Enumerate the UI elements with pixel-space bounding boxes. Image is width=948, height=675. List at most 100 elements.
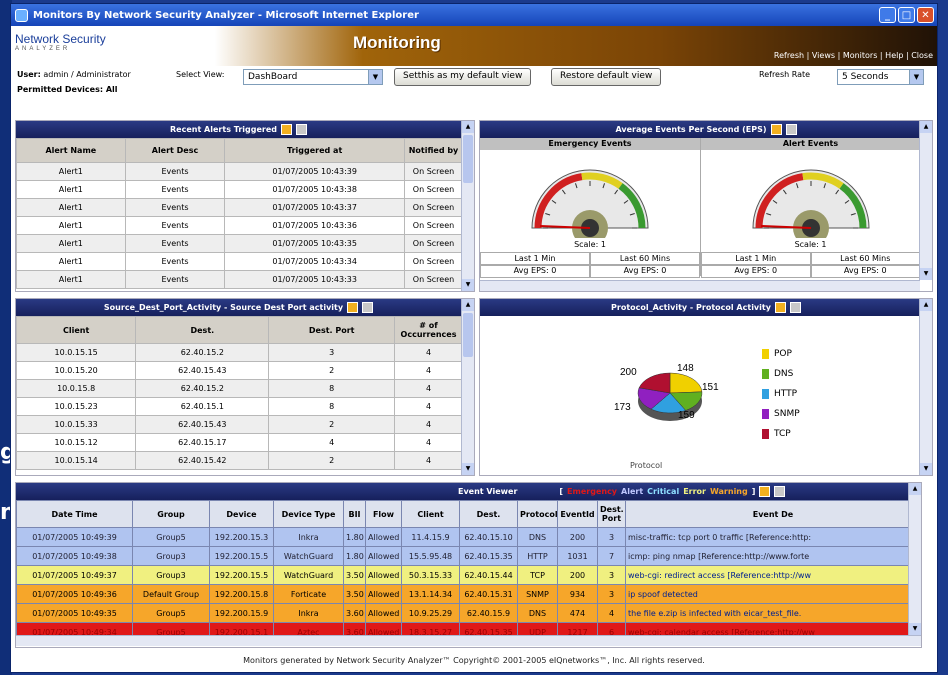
event-row[interactable]: 01/07/2005 10:49:37 Group3 192.200.15.5 Wat… [16, 565, 921, 585]
table-row[interactable]: 10.0.15.23 62.40.15.1 8 4 [16, 397, 463, 416]
table-row[interactable]: 10.0.15.33 62.40.15.43 2 4 [16, 415, 463, 434]
event-row[interactable]: 01/07/2005 10:49:35 Group5 192.200.15.9 Ink… [16, 603, 921, 623]
ports-scrollbar[interactable]: ▲ ▼ [461, 299, 474, 475]
col-header: EventId [557, 500, 598, 528]
eps-hscrollbar[interactable] [480, 280, 920, 291]
table-cell: 934 [557, 584, 598, 604]
event-row[interactable]: 01/07/2005 10:49:36 Default Group 192.200.… [16, 584, 921, 604]
table-cell: 4 [394, 361, 463, 380]
edit-icon[interactable] [347, 302, 359, 313]
table-row[interactable]: Alert1 Events 01/07/2005 10:43:36 On Screen [16, 216, 463, 235]
eps-scrollbar[interactable]: ▲ ▼ [919, 121, 932, 280]
severity-error: Error [683, 487, 706, 496]
edit-icon[interactable] [770, 124, 782, 135]
table-row[interactable]: 10.0.15.12 62.40.15.17 4 4 [16, 433, 463, 452]
table-cell: 01/07/2005 10:49:39 [16, 527, 133, 547]
title-bar: Monitors By Network Security Analyzer - … [11, 4, 937, 26]
legend-swatch [762, 349, 769, 359]
table-cell: Allowed [365, 603, 402, 623]
product-logo: Network Security ANALYZER [15, 32, 106, 52]
table-cell: Events [124, 180, 226, 199]
table-cell: 62.40.15.9 [459, 603, 518, 623]
settings-icon[interactable] [774, 486, 786, 497]
table-cell: 4 [394, 415, 463, 434]
table-row[interactable]: Alert1 Events 01/07/2005 10:43:38 On Screen [16, 180, 463, 199]
col-header: Alert Desc [124, 138, 226, 163]
col-header: Device [209, 500, 274, 528]
ports-table: Client Dest. Dest. Port # of Occurrences 10… [16, 316, 463, 470]
table-row[interactable]: 10.0.15.8 62.40.15.2 8 4 [16, 379, 463, 398]
event-hscrollbar[interactable] [16, 635, 921, 646]
event-row[interactable]: 01/07/2005 10:49:39 Group5 192.200.15.3 Ink… [16, 527, 921, 547]
table-cell: 3.50 [343, 584, 366, 604]
restore-default-view-button[interactable]: Restore default view [551, 68, 662, 86]
edit-icon[interactable] [280, 124, 292, 135]
refresh-link[interactable]: Refresh [774, 51, 804, 60]
table-cell: 2 [268, 361, 395, 380]
legend-swatch [762, 409, 769, 419]
table-cell: 01/07/2005 10:43:33 [224, 270, 405, 289]
table-cell: 10.0.15.8 [16, 379, 137, 398]
close-link[interactable]: Close [911, 51, 933, 60]
table-cell: On Screen [404, 216, 463, 235]
eps-panel: Average Events Per Second (EPS) Emergenc… [479, 120, 933, 292]
views-link[interactable]: Views [812, 51, 835, 60]
table-cell: 474 [557, 603, 598, 623]
app-banner: Network Security ANALYZER Monitoring Refr… [11, 26, 937, 66]
gauge-title: Alert Events [701, 138, 920, 150]
table-cell: 01/07/2005 10:43:36 [224, 216, 405, 235]
set-default-view-button[interactable]: Setthis as my default view [394, 68, 532, 86]
table-cell: 15.5.95.48 [401, 546, 460, 566]
settings-icon[interactable] [295, 124, 307, 135]
table-cell: Allowed [365, 565, 402, 585]
event-row[interactable]: 01/07/2005 10:49:38 Group3 192.200.15.5 Wat… [16, 546, 921, 566]
panel-title: Protocol_Activity - Protocol Activity [611, 303, 771, 312]
table-cell: icmp: ping nmap [Reference:http://www.fo… [625, 546, 921, 566]
table-cell: DNS [517, 603, 558, 623]
table-cell: 62.40.15.43 [135, 415, 270, 434]
monitors-link[interactable]: Monitors [843, 51, 878, 60]
table-row[interactable]: Alert1 Events 01/07/2005 10:43:37 On Screen [16, 198, 463, 217]
table-row[interactable]: 10.0.15.14 62.40.15.42 2 4 [16, 451, 463, 470]
table-row[interactable]: 10.0.15.15 62.40.15.2 3 4 [16, 343, 463, 362]
event-scrollbar[interactable]: ▲ ▼ [908, 483, 921, 635]
table-cell: the file e.zip is infected with eicar_te… [625, 603, 921, 623]
bracket: ] [751, 487, 756, 496]
table-row[interactable]: Alert1 Events 01/07/2005 10:43:33 On Screen [16, 270, 463, 289]
table-cell: 13.1.14.34 [401, 584, 460, 604]
gauge-value-row: Avg EPS: 0 Avg EPS: 0 [701, 264, 920, 278]
table-row[interactable]: 10.0.15.20 62.40.15.43 2 4 [16, 361, 463, 380]
table-row[interactable]: Alert1 Events 01/07/2005 10:43:35 On Screen [16, 234, 463, 253]
close-button[interactable]: ✕ [917, 7, 934, 23]
gauge-value-row: Avg EPS: 0 Avg EPS: 0 [480, 264, 700, 278]
legend-item-dns: DNS [762, 364, 800, 384]
table-cell: Events [124, 162, 226, 181]
col-header: Event De [625, 500, 921, 528]
maximize-button[interactable]: □ [898, 7, 915, 23]
table-cell: Default Group [132, 584, 210, 604]
settings-icon[interactable] [362, 302, 374, 313]
table-row[interactable]: Alert1 Events 01/07/2005 10:43:34 On Screen [16, 252, 463, 271]
event-viewer-panel: Event Viewer [ Emergency Alert Critical Err… [15, 482, 922, 648]
table-cell: 01/07/2005 10:43:39 [224, 162, 405, 181]
edit-icon[interactable] [759, 486, 771, 497]
settings-icon[interactable] [785, 124, 797, 135]
table-row[interactable]: Alert1 Events 01/07/2005 10:43:39 On Screen [16, 162, 463, 181]
table-cell: Group3 [132, 546, 210, 566]
minimize-button[interactable]: _ [879, 7, 896, 23]
help-link[interactable]: Help [885, 51, 903, 60]
avg-eps-60-mins: Avg EPS: 0 [590, 264, 700, 278]
table-cell: 1.80 [343, 527, 366, 547]
table-cell: Group3 [132, 565, 210, 585]
table-cell: 62.40.15.17 [135, 433, 270, 452]
view-select[interactable]: DashBoard ▼ [243, 69, 383, 85]
table-cell: 192.200.15.8 [209, 584, 274, 604]
settings-icon[interactable] [789, 302, 801, 313]
gauge-title: Emergency Events [480, 138, 700, 150]
alerts-scrollbar[interactable]: ▲ ▼ [461, 121, 474, 291]
refresh-rate-select[interactable]: 5 Seconds ▼ [837, 69, 924, 85]
table-cell: Allowed [365, 546, 402, 566]
protocol-scrollbar[interactable]: ▲ ▼ [919, 299, 932, 475]
edit-icon[interactable] [774, 302, 786, 313]
legend-label: TCP [774, 429, 791, 439]
